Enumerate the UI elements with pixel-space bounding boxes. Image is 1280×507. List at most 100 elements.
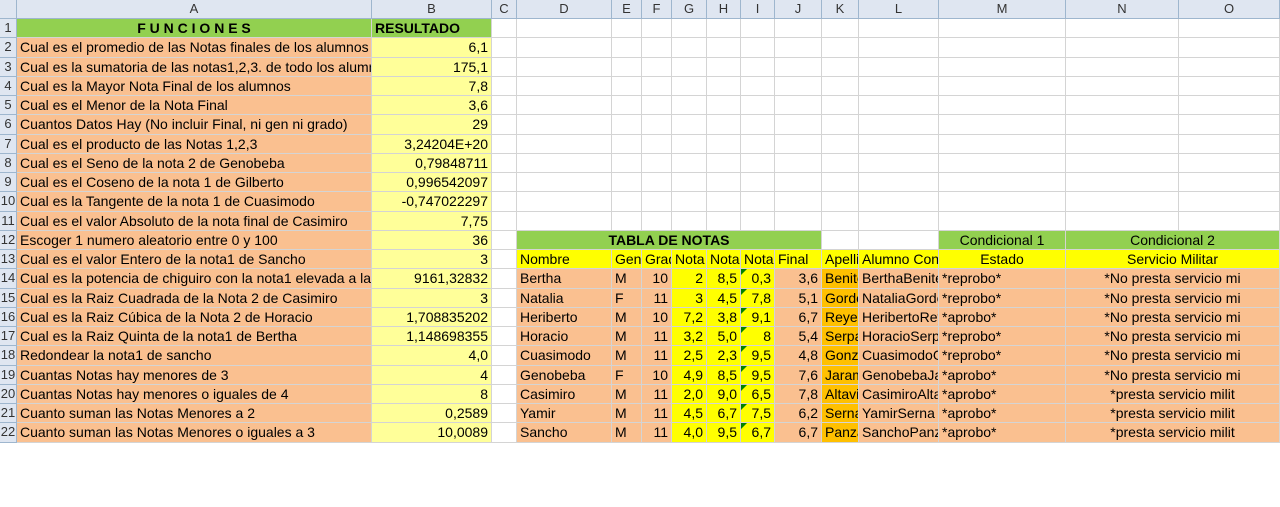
question-cell[interactable]: Cual es el Menor de la Nota Final [17, 96, 372, 115]
grid-cell[interactable] [1066, 154, 1179, 173]
row-header-3[interactable]: 3 [0, 58, 17, 77]
grid-cell[interactable] [492, 327, 517, 346]
grid-cell[interactable] [492, 96, 517, 115]
row-header-15[interactable]: 15 [0, 289, 17, 308]
grid-cell[interactable] [859, 135, 939, 154]
table-cell[interactable]: 10 [642, 366, 672, 385]
question-cell[interactable]: Cual es el promedio de las Notas finales… [17, 38, 372, 58]
row-header-11[interactable]: 11 [0, 212, 17, 231]
grid-cell[interactable] [517, 19, 612, 38]
grid-cell[interactable] [612, 38, 642, 58]
grid-cell[interactable] [672, 212, 707, 231]
row-header-16[interactable]: 16 [0, 308, 17, 327]
table-cell[interactable]: 3,8 [707, 308, 741, 327]
table-cell[interactable]: Jaramillo [822, 366, 859, 385]
spreadsheet[interactable]: A B C D E F G H I J K L M N O 1 2 3 4 5 6 7 8 9 10 11 12 13 14 15 16 17… [0, 0, 1280, 507]
grid-cell[interactable] [707, 135, 741, 154]
grid-cell[interactable] [672, 115, 707, 135]
table-cell[interactable]: 11 [642, 385, 672, 404]
question-cell[interactable]: Cual es el producto de las Notas 1,2,3 [17, 135, 372, 154]
grid-cell[interactable] [775, 96, 822, 115]
grid-cell[interactable] [1066, 96, 1179, 115]
table-cell[interactable]: 3 [672, 289, 707, 308]
grid-cell[interactable] [859, 173, 939, 192]
table-cell[interactable]: *aprobo* [939, 308, 1066, 327]
grid-cell[interactable] [741, 77, 775, 96]
question-cell[interactable]: Escoger 1 numero aleatorio entre 0 y 100 [17, 231, 372, 250]
row-header-2[interactable]: 2 [0, 38, 17, 58]
grid-cell[interactable] [642, 77, 672, 96]
grid-cell[interactable] [859, 231, 939, 250]
grid-cell[interactable] [822, 154, 859, 173]
grid-cell[interactable] [822, 173, 859, 192]
question-cell[interactable]: Cual es la sumatoria de las notas1,2,3. … [17, 58, 372, 77]
table-cell[interactable]: *reprobo* [939, 346, 1066, 366]
grid-cell[interactable] [859, 19, 939, 38]
table-cell[interactable]: *reprobo* [939, 269, 1066, 289]
table-cell[interactable]: 7,2 [672, 308, 707, 327]
table-cell[interactable]: 2,0 [672, 385, 707, 404]
grid-cell[interactable] [612, 135, 642, 154]
grid-cell[interactable] [1179, 212, 1280, 231]
row-header-7[interactable]: 7 [0, 135, 17, 154]
row-header-8[interactable]: 8 [0, 154, 17, 173]
table-cell[interactable]: M [612, 423, 642, 443]
grid-cell[interactable] [517, 77, 612, 96]
grid-cell[interactable] [1179, 115, 1280, 135]
grid-cell[interactable] [492, 269, 517, 289]
grid-cell[interactable] [1066, 115, 1179, 135]
question-cell[interactable]: Cuanto suman las Notas Menores o iguales… [17, 423, 372, 443]
grid-cell[interactable] [612, 154, 642, 173]
table-cell[interactable]: *aprobo* [939, 423, 1066, 443]
table-cell[interactable]: Casimiro [517, 385, 612, 404]
grid-cell[interactable] [741, 173, 775, 192]
grid-cell[interactable] [672, 154, 707, 173]
column-header-O[interactable]: O [1179, 0, 1280, 19]
result-cell[interactable]: 0,79848711 [372, 154, 492, 173]
grid-cell[interactable] [741, 96, 775, 115]
grid-cell[interactable] [1179, 173, 1280, 192]
grid-cell[interactable] [612, 58, 642, 77]
grid-cell[interactable] [492, 38, 517, 58]
grid-cell[interactable] [741, 38, 775, 58]
table-cell[interactable]: Serpa [822, 327, 859, 346]
grid-cell[interactable] [822, 77, 859, 96]
result-cell[interactable]: 8 [372, 385, 492, 404]
grid-cell[interactable] [707, 173, 741, 192]
grid-cell[interactable] [1066, 58, 1179, 77]
column-header-N[interactable]: N [1066, 0, 1179, 19]
grid-cell[interactable] [707, 58, 741, 77]
grid-cell[interactable] [612, 77, 642, 96]
grid-cell[interactable] [612, 115, 642, 135]
result-cell[interactable]: 6,1 [372, 38, 492, 58]
grid-cell[interactable] [492, 173, 517, 192]
question-cell[interactable]: Cuantas Notas hay menores de 3 [17, 366, 372, 385]
table-cell[interactable]: Heriberto [517, 308, 612, 327]
grid-cell[interactable] [1066, 192, 1179, 212]
table-cell[interactable]: M [612, 346, 642, 366]
question-cell[interactable]: Cual es la Raiz Cúbica de la Nota 2 de H… [17, 308, 372, 327]
result-cell[interactable]: 7,75 [372, 212, 492, 231]
result-cell[interactable]: 36 [372, 231, 492, 250]
grid-cell[interactable] [492, 212, 517, 231]
result-cell[interactable]: 4 [372, 366, 492, 385]
grid-cell[interactable] [1066, 19, 1179, 38]
table-cell[interactable]: 7,6 [775, 366, 822, 385]
result-cell[interactable]: 175,1 [372, 58, 492, 77]
table-cell[interactable]: 6,7 [775, 423, 822, 443]
grid-cell[interactable] [517, 96, 612, 115]
grid-cell[interactable] [492, 77, 517, 96]
grid-cell[interactable] [859, 77, 939, 96]
grid-cell[interactable] [822, 58, 859, 77]
table-cell[interactable]: 3,2 [672, 327, 707, 346]
question-cell[interactable]: Cual es el valor Absoluto de la nota fin… [17, 212, 372, 231]
grid-cell[interactable] [492, 366, 517, 385]
grid-cell[interactable] [859, 115, 939, 135]
column-header-I[interactable]: I [741, 0, 775, 19]
table-header[interactable]: Final [775, 250, 822, 269]
table-cell[interactable]: BerthaBenitez [859, 269, 939, 289]
grid-cell[interactable] [1066, 135, 1179, 154]
grid-cell[interactable] [492, 192, 517, 212]
table-cell[interactable]: 2,3 [707, 346, 741, 366]
table-cell[interactable]: *No presta servicio mi [1066, 366, 1280, 385]
